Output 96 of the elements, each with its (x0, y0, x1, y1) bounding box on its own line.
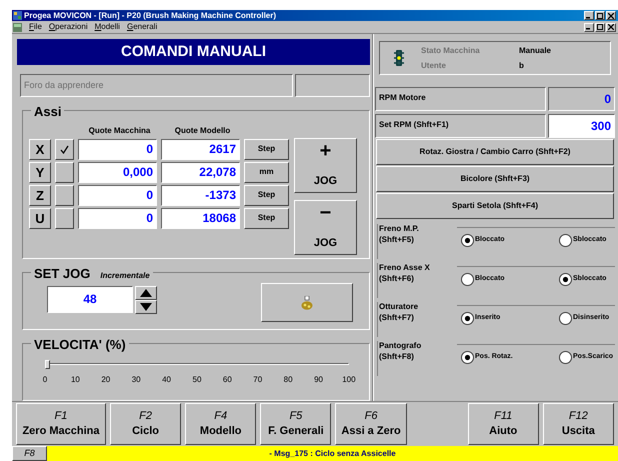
slider-tick-label: 30 (130, 374, 142, 386)
action-button[interactable]: Sparti Setola (Shft+F4) (376, 193, 614, 219)
radio-icon (559, 273, 572, 286)
toggle-label: Otturatore (379, 301, 418, 312)
slider-tick-label: 60 (222, 374, 233, 386)
radio-icon (461, 273, 474, 286)
spin-up-icon[interactable] (135, 286, 157, 300)
window-close-button[interactable] (606, 11, 616, 20)
window-close-button[interactable] (606, 22, 616, 32)
status-value: Manuale (519, 44, 552, 56)
function-key-button[interactable]: F4 Modello (185, 403, 256, 445)
rpm-value[interactable]: 300 (548, 114, 615, 138)
status-label: Utente (421, 60, 447, 72)
jog-button[interactable]: − JOG (294, 200, 357, 255)
toggle-shortcut: (Shft+F8) (379, 351, 415, 362)
model-value: 22,078 (161, 162, 240, 183)
action-button[interactable]: Rotaz. Giostra / Cambio Carro (Shft+F2) (376, 139, 614, 165)
axis-checkbox[interactable] (55, 138, 74, 160)
unit-button[interactable]: Step (244, 208, 289, 229)
radio-icon (461, 312, 474, 325)
spin-down-icon[interactable] (135, 300, 157, 314)
function-key-button[interactable]: F2 Ciclo (110, 403, 182, 445)
machine-value: 0,000 (78, 162, 157, 183)
menu-item[interactable]: Operazioni (48, 23, 88, 31)
status-value: b (519, 60, 525, 72)
window-minimize-button[interactable] (584, 22, 594, 32)
slider-tick-label: 80 (282, 374, 294, 386)
toggle-label: Freno M.P. (379, 223, 419, 234)
close-icon (608, 24, 614, 30)
toggle-shortcut: (Shft+F7) (379, 312, 415, 323)
axis-checkbox[interactable] (55, 208, 74, 229)
rpm-label: RPM Motore (375, 87, 546, 111)
check-icon (60, 144, 69, 154)
column-header: Quote Modello (174, 124, 232, 137)
axis-checkbox[interactable] (55, 184, 74, 206)
document-icon (13, 22, 22, 32)
function-key-button[interactable]: F12 Uscita (542, 403, 614, 445)
app-icon (13, 11, 22, 20)
axis-label: Z (29, 184, 51, 206)
slider-tick-label: 10 (70, 374, 81, 386)
column-header: Quote Macchina (88, 124, 152, 137)
radio-icon (559, 234, 572, 247)
close-icon (608, 12, 614, 18)
axis-label: U (29, 208, 51, 229)
rpm-value: 0 (548, 87, 615, 111)
axis-label: X (29, 138, 51, 160)
status-key: F8 (12, 446, 47, 461)
traffic-light-icon (394, 50, 404, 66)
status-label: Stato Macchina (421, 44, 481, 56)
model-value: -1373 (161, 184, 240, 206)
menu-item[interactable]: File (29, 23, 42, 31)
machine-value: 0 (78, 184, 157, 206)
radio-icon (559, 351, 572, 364)
status-message: - Msg_175 : Ciclo senza Assicelle (47, 446, 618, 461)
toggle-shortcut: (Shft+F5) (379, 234, 415, 245)
function-key-button[interactable]: F6 Assi a Zero (335, 403, 407, 445)
axis-checkbox[interactable] (55, 162, 74, 183)
group-title: SET JOG (34, 265, 90, 284)
unit-button[interactable]: Step (244, 184, 289, 206)
machine-value: 0 (78, 138, 157, 160)
function-key-button[interactable]: F1 Zero Macchina (16, 403, 106, 445)
page-header: COMANDI MANUALI (17, 39, 370, 65)
slider-tick-label: 70 (252, 374, 264, 386)
toggle-label: Freno Asse X (379, 262, 430, 273)
radio-icon (461, 234, 474, 247)
axis-label: Y (29, 162, 51, 183)
window-minimize-button[interactable] (584, 11, 594, 20)
speed-slider-thumb[interactable] (45, 360, 50, 370)
window-title: Progea MOVICON - [Run] - P20 (Brush Making Machine Controller) (24, 12, 276, 20)
menu-item[interactable]: Generali (126, 23, 158, 31)
slider-tick-label: 90 (313, 374, 324, 386)
slider-tick-label: 20 (100, 374, 112, 386)
unit-button[interactable]: mm (244, 162, 289, 183)
function-key-button[interactable]: F5 F. Generali (260, 403, 332, 445)
radio-icon (461, 351, 474, 364)
slider-tick-label: 100 (341, 374, 357, 386)
toggle-label: Pantografo (379, 340, 422, 351)
bag-icon (301, 296, 313, 310)
jog-button[interactable]: + JOG (294, 138, 357, 193)
slider-tick-label: 0 (42, 374, 48, 386)
slider-tick-label: 50 (192, 374, 202, 386)
bag-button[interactable] (261, 283, 353, 322)
slider-tick-label: 40 (161, 374, 172, 386)
function-key-button[interactable]: F11 Aiuto (468, 403, 539, 445)
foro-field: Foro da apprendere (20, 74, 293, 97)
jog-mode: Incrementale (100, 270, 150, 282)
model-value: 18068 (161, 208, 240, 229)
menu-item[interactable]: Modelli (94, 23, 120, 31)
jog-value-field[interactable]: 48 (47, 286, 133, 314)
model-value: 2617 (161, 138, 240, 160)
radio-icon (559, 312, 572, 325)
unit-button[interactable]: Step (244, 138, 289, 160)
rpm-label: Set RPM (Shft+F1) (375, 114, 546, 138)
action-button[interactable]: Bicolore (Shft+F3) (376, 166, 614, 192)
machine-value: 0 (78, 208, 157, 229)
toggle-shortcut: (Shft+F6) (379, 273, 415, 284)
